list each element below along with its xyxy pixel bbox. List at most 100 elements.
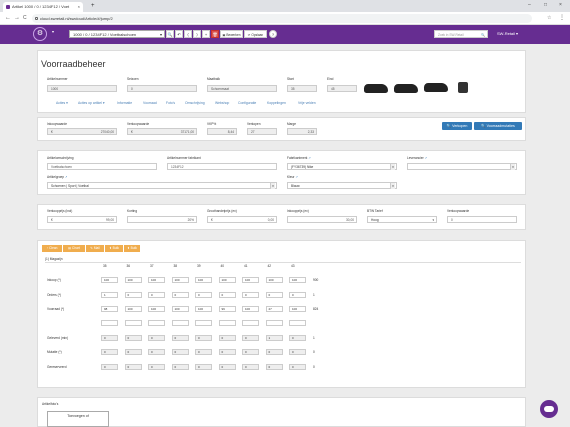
- verkoopwaarde-field[interactable]: €37171,00: [127, 128, 197, 135]
- vkp-field[interactable]: 8,44: [207, 128, 237, 135]
- stock-cell[interactable]: 99: [218, 306, 236, 312]
- stock-cell[interactable]: 100: [242, 277, 259, 283]
- stock-cell[interactable]: 100: [195, 277, 212, 283]
- forward-icon[interactable]: →: [14, 14, 20, 22]
- stock-cell[interactable]: [101, 320, 118, 326]
- stock-cell[interactable]: 0: [195, 292, 212, 298]
- stock-cell[interactable]: 0: [195, 349, 212, 355]
- tab-close-icon[interactable]: ×: [78, 2, 80, 12]
- stock-cell[interactable]: 100: [171, 306, 189, 312]
- stock-cell[interactable]: 100: [218, 277, 236, 283]
- add-photo-box[interactable]: Toevoegen of: [47, 411, 109, 427]
- delete-tool-button[interactable]: 🗑: [211, 30, 219, 38]
- inkoopprijs-field[interactable]: 30,00: [287, 216, 357, 223]
- stock-cell[interactable]: [124, 320, 142, 326]
- stock-cell[interactable]: 100: [265, 277, 283, 283]
- stock-cell[interactable]: 0: [148, 364, 165, 370]
- nav-configuratie[interactable]: Configuratie: [238, 101, 256, 105]
- stock-cell[interactable]: 0: [124, 364, 142, 370]
- stock-cell[interactable]: 0: [148, 292, 165, 298]
- stock-cell[interactable]: [148, 320, 165, 326]
- marge-field[interactable]: 2,33: [287, 128, 317, 135]
- stock-cell[interactable]: 0: [265, 364, 283, 370]
- seizoen-field[interactable]: 0: [127, 85, 197, 92]
- stock-cell[interactable]: 0: [195, 335, 212, 341]
- stock-cell[interactable]: 0: [124, 292, 142, 298]
- help-button[interactable]: ?: [269, 30, 277, 38]
- nav-fotos[interactable]: Foto's: [166, 101, 175, 105]
- account-menu[interactable]: SW-Retail ▾: [497, 30, 518, 38]
- verkopen-field[interactable]: 27: [247, 128, 277, 135]
- kleur-select[interactable]: Blauw ▾: [287, 182, 397, 189]
- stock-cell[interactable]: 0: [124, 349, 142, 355]
- groothandelprijs-field[interactable]: €0,00: [207, 216, 277, 223]
- stock-cell[interactable]: 0: [265, 292, 283, 298]
- nav-acties[interactable]: Acties ▾: [56, 101, 68, 105]
- bulk-button-1[interactable]: ⬆ Bulk: [105, 245, 123, 252]
- search-icon[interactable]: 🔍: [481, 31, 485, 39]
- stock-cell[interactable]: [195, 320, 212, 326]
- stock-cell[interactable]: 0: [218, 364, 236, 370]
- bookmark-star-icon[interactable]: ☆: [547, 14, 551, 22]
- stock-cell[interactable]: 100: [148, 277, 165, 283]
- stock-cell[interactable]: 0: [242, 335, 259, 341]
- external-link-icon[interactable]: ↗: [65, 175, 68, 179]
- app-search-input[interactable]: Zoek in SW-Retail 🔍: [434, 30, 488, 38]
- browser-tab[interactable]: Artikel 1000 / 0 / 1234F12 / Voet ×: [3, 2, 83, 12]
- stock-cell[interactable]: 0: [171, 349, 189, 355]
- stock-cell[interactable]: 100: [101, 277, 118, 283]
- stock-cell[interactable]: 0: [195, 364, 212, 370]
- undo-tool-button[interactable]: ↶: [175, 30, 183, 38]
- start-field[interactable]: 35: [287, 85, 317, 92]
- eind-field[interactable]: 45: [327, 85, 357, 92]
- next-tool-button[interactable]: ⟩: [193, 30, 201, 38]
- product-photo-4[interactable]: [458, 82, 468, 93]
- verkopen-button[interactable]: 🔍 Verkopen: [442, 122, 472, 130]
- stock-cell[interactable]: 0: [101, 335, 118, 341]
- stock-cell[interactable]: 0: [171, 364, 189, 370]
- stock-cell[interactable]: 0: [171, 335, 189, 341]
- stock-cell[interactable]: 1: [265, 335, 283, 341]
- external-link-icon[interactable]: ↗: [295, 175, 298, 179]
- stock-cell[interactable]: 100: [148, 306, 165, 312]
- minimize-button[interactable]: –: [528, 2, 531, 9]
- stock-cell[interactable]: 0: [148, 349, 165, 355]
- external-link-icon[interactable]: ↗: [308, 156, 311, 160]
- stock-cell[interactable]: 0: [242, 292, 259, 298]
- stock-cell[interactable]: 100: [289, 306, 306, 312]
- stock-cell[interactable]: 0: [218, 335, 236, 341]
- stock-cell[interactable]: 0: [242, 364, 259, 370]
- leverancier-select[interactable]: ▾: [407, 163, 517, 170]
- maatbalk-field[interactable]: Schoenmaat: [207, 85, 277, 92]
- fabmerk-select[interactable]: (FY36739) Nike ▾: [287, 163, 397, 170]
- verkoopwaarde2-field[interactable]: 0: [447, 216, 517, 223]
- stock-cell[interactable]: 0: [101, 349, 118, 355]
- stock-cell[interactable]: 0: [218, 349, 236, 355]
- voorraadmutaties-button[interactable]: 🔍 Voorraadmutaties: [474, 122, 522, 130]
- prev-tool-button[interactable]: ⟨: [184, 30, 192, 38]
- stock-cell[interactable]: 0: [289, 364, 306, 370]
- reload-icon[interactable]: C: [23, 14, 27, 22]
- stock-cell[interactable]: 0: [124, 335, 142, 341]
- product-photo-2[interactable]: [394, 84, 418, 93]
- stock-cell[interactable]: 1: [101, 292, 118, 298]
- stock-cell[interactable]: [242, 320, 259, 326]
- product-photo-3[interactable]: [424, 83, 448, 92]
- fabnr-field[interactable]: 1234F12: [167, 163, 277, 170]
- stock-cell[interactable]: 98: [101, 306, 118, 312]
- korting-field[interactable]: 20%: [127, 216, 197, 223]
- stock-cell[interactable]: 0: [242, 349, 259, 355]
- window-close-button[interactable]: ×: [559, 2, 562, 9]
- app-logo-icon[interactable]: ⚙: [33, 27, 47, 41]
- stock-cell[interactable]: [171, 320, 189, 326]
- clean-button[interactable]: ↑ Clean: [42, 245, 62, 252]
- stock-cell[interactable]: 100: [171, 277, 189, 283]
- browser-menu-icon[interactable]: ⋮: [559, 14, 565, 22]
- mail-button[interactable]: ✎ Mail: [86, 245, 104, 252]
- stock-cell[interactable]: [289, 320, 306, 326]
- stock-cell[interactable]: 100: [124, 277, 142, 283]
- new-tab-button[interactable]: +: [91, 2, 95, 10]
- stock-cell[interactable]: 100: [242, 306, 259, 312]
- maximize-button[interactable]: □: [544, 2, 547, 9]
- inkoopwaarde-field[interactable]: €27040,00: [47, 128, 117, 135]
